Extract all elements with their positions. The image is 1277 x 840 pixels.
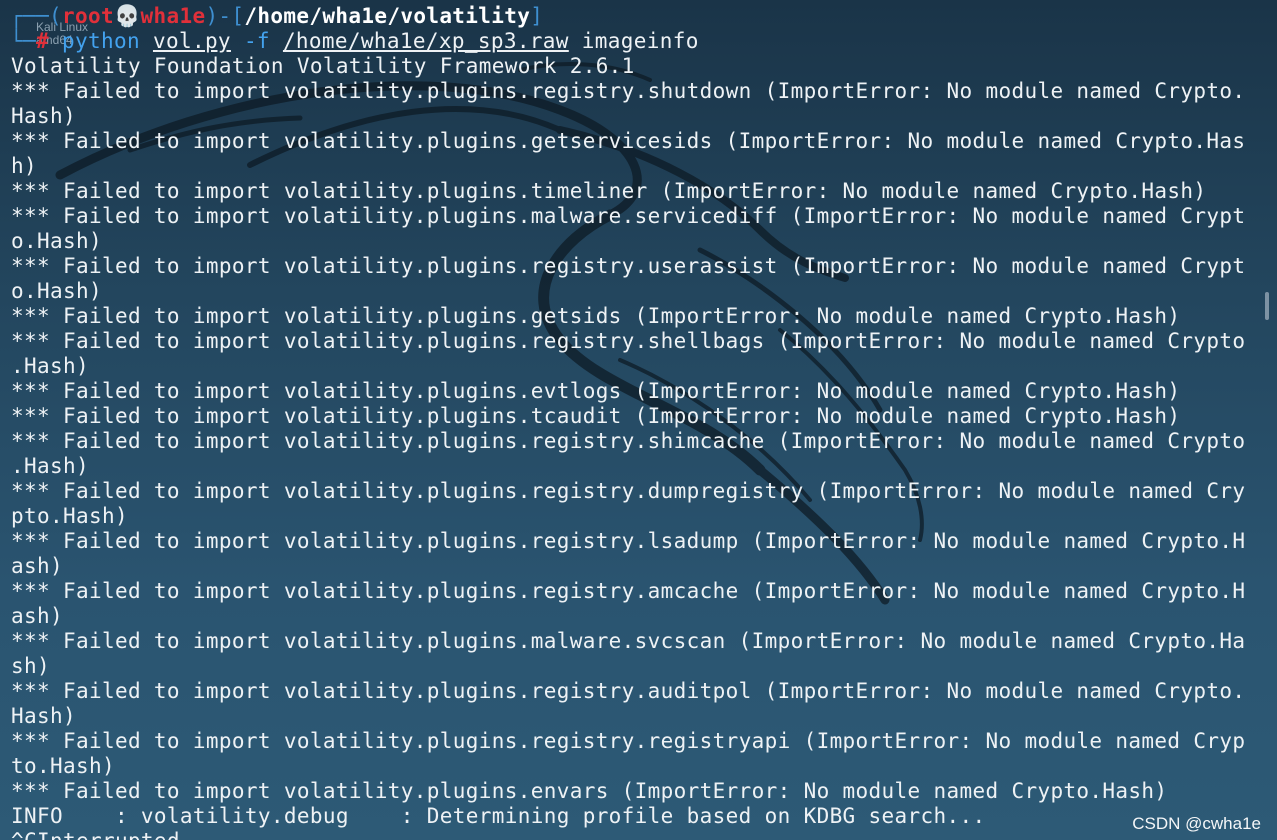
prompt-close: ] xyxy=(530,4,544,28)
terminal-window[interactable]: ┌──(root💀wha1e)-[/home/wha1e/volatility]… xyxy=(0,2,1260,840)
output-line: ^CInterrupted xyxy=(11,829,180,840)
output-line: *** Failed to import volatility.plugins.… xyxy=(11,79,1246,103)
command-plugin: imageinfo xyxy=(581,29,699,53)
csdn-watermark: CSDN @cwha1e xyxy=(1132,814,1261,833)
output-line: to.Hash) xyxy=(11,754,115,778)
prompt-header: ┌──(root💀wha1e)-[/home/wha1e/volatility] xyxy=(10,4,543,29)
output-line: *** Failed to import volatility.plugins.… xyxy=(11,379,1181,403)
command-script: vol.py xyxy=(152,29,231,53)
prompt-box-open: ┌──( xyxy=(10,4,62,28)
command-line[interactable]: └─# python vol.py -f /home/wha1e/xp_sp3.… xyxy=(10,29,699,54)
output-line: Hash) xyxy=(11,104,76,128)
output-line: *** Failed to import volatility.plugins.… xyxy=(11,479,1246,503)
prompt-host: wha1e xyxy=(140,4,206,28)
output-line: *** Failed to import volatility.plugins.… xyxy=(11,429,1246,453)
command-program: python xyxy=(62,29,140,53)
output-line: *** Failed to import volatility.plugins.… xyxy=(11,679,1246,703)
output-line: .Hash) xyxy=(11,354,89,378)
output-line: sh) xyxy=(11,654,50,678)
prompt-box-bottom: └─ xyxy=(10,29,36,53)
output-line: *** Failed to import volatility.plugins.… xyxy=(11,579,1246,603)
output-line: pto.Hash) xyxy=(11,504,128,528)
output-line: ash) xyxy=(11,604,63,628)
output-line: *** Failed to import volatility.plugins.… xyxy=(11,329,1246,353)
output-line: o.Hash) xyxy=(11,279,102,303)
output-line: *** Failed to import volatility.plugins.… xyxy=(11,729,1246,753)
output-line: Hash) xyxy=(11,704,76,728)
command-flag: -f xyxy=(243,29,270,53)
prompt-path: /home/wha1e/volatility xyxy=(244,4,531,28)
skull-icon: 💀 xyxy=(113,4,141,28)
output-line: *** Failed to import volatility.plugins.… xyxy=(11,179,1207,203)
output-line: *** Failed to import volatility.plugins.… xyxy=(11,529,1246,553)
output-line: *** Failed to import volatility.plugins.… xyxy=(11,304,1181,328)
output-line: Volatility Foundation Volatility Framewo… xyxy=(11,54,635,78)
output-line: o.Hash) xyxy=(11,229,102,253)
output-line: *** Failed to import volatility.plugins.… xyxy=(11,204,1246,228)
prompt-hash: # xyxy=(36,29,62,53)
output-line: .Hash) xyxy=(11,454,89,478)
terminal-scrollbar[interactable] xyxy=(1265,292,1269,320)
output-line: ash) xyxy=(11,554,63,578)
output-line: *** Failed to import volatility.plugins.… xyxy=(11,254,1246,278)
output-line: *** Failed to import volatility.plugins.… xyxy=(11,779,1168,803)
output-line: *** Failed to import volatility.plugins.… xyxy=(11,404,1181,428)
command-file: /home/wha1e/xp_sp3.raw xyxy=(282,29,569,53)
output-line: *** Failed to import volatility.plugins.… xyxy=(11,629,1246,653)
prompt-mid: )-[ xyxy=(205,4,245,28)
output-line: INFO : volatility.debug : Determining pr… xyxy=(11,804,986,828)
prompt-user: root xyxy=(61,4,114,28)
output-line: *** Failed to import volatility.plugins.… xyxy=(11,129,1246,153)
output-line: h) xyxy=(11,154,37,178)
